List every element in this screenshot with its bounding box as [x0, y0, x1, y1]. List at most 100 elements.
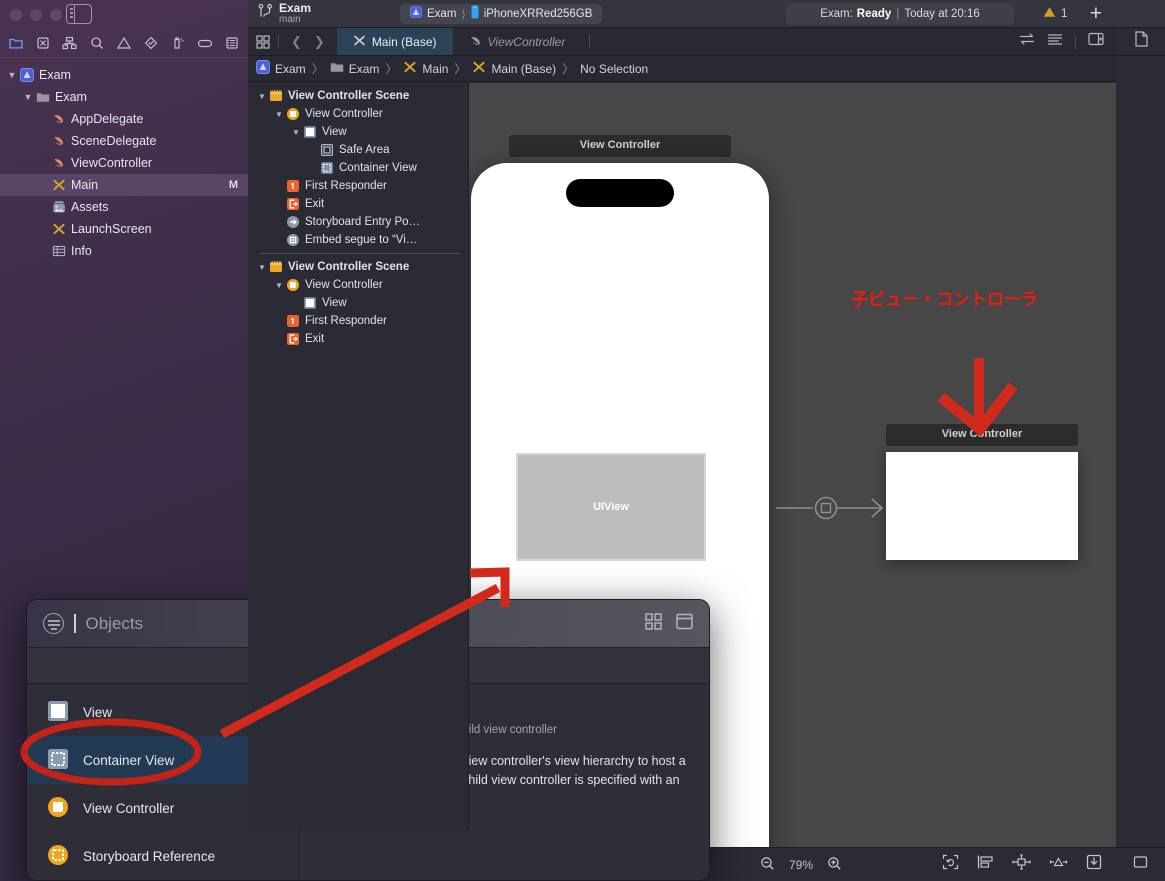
- report-icon[interactable]: [218, 31, 245, 55]
- tab-end-divider: [589, 35, 591, 48]
- test-icon[interactable]: [164, 31, 191, 55]
- outline-row-view-controller-scene[interactable]: ▼ View Controller Scene: [248, 87, 468, 105]
- disclosure-triangle[interactable]: ▼: [22, 92, 34, 102]
- warning-count: 1: [1061, 7, 1068, 20]
- update-frames-icon[interactable]: [942, 854, 959, 875]
- navigation-arrows[interactable]: ❮ ❯: [279, 28, 337, 55]
- nav-item-launchscreen[interactable]: LaunchScreen: [0, 218, 248, 240]
- folder-icon[interactable]: [2, 31, 29, 55]
- window-traffic-lights[interactable]: [10, 9, 62, 21]
- breakpoint-icon[interactable]: [137, 31, 164, 55]
- outline-row-view[interactable]: View: [248, 294, 468, 312]
- library-view-modes[interactable]: [645, 612, 693, 635]
- nav-item-appdelegate[interactable]: AppDelegate: [0, 108, 248, 130]
- toggle-inspector-icon[interactable]: [1088, 32, 1104, 51]
- breadcrumb-item-4[interactable]: No Selection: [580, 62, 648, 76]
- embed-in-icon[interactable]: [1086, 854, 1102, 875]
- child-view-controller-canvas[interactable]: [886, 452, 1078, 560]
- align-icon[interactable]: [977, 854, 994, 875]
- nav-item-info[interactable]: Info: [0, 240, 248, 262]
- nav-item-scenedelegate[interactable]: SceneDelegate: [0, 130, 248, 152]
- tab-overview-icon[interactable]: [248, 28, 278, 55]
- outline-row-container-view[interactable]: Container View: [248, 159, 468, 177]
- adjust-editor-icon[interactable]: [1047, 32, 1063, 51]
- library-search-input[interactable]: Objects: [86, 614, 144, 634]
- outline-row-view-controller[interactable]: ▼ View Controller: [248, 105, 468, 123]
- library-item-label: Storyboard Reference: [83, 848, 216, 864]
- close-button[interactable]: [10, 9, 22, 21]
- nav-item-viewcontroller[interactable]: ViewController: [0, 152, 248, 174]
- outline-row-storyboard-entry-po-[interactable]: Storyboard Entry Po…: [248, 213, 468, 231]
- zoom-button[interactable]: [50, 9, 62, 21]
- tab-main-base[interactable]: Main (Base): [336, 28, 453, 55]
- zoom-controls[interactable]: 79%: [760, 856, 842, 874]
- nav-item-main[interactable]: Main M: [0, 174, 248, 196]
- status-bar[interactable]: Exam: Ready | Today at 20:16: [786, 3, 1014, 25]
- search-icon[interactable]: [83, 31, 110, 55]
- add-editor-button[interactable]: +: [1090, 3, 1102, 25]
- editor-options[interactable]: [1019, 28, 1116, 55]
- detail-view-icon[interactable]: [676, 613, 693, 635]
- breadcrumb[interactable]: Exam 〉 Exam 〉 Main 〉 Main (Base) 〉 No Selection: [248, 56, 1116, 82]
- back-icon[interactable]: ❮: [291, 34, 302, 50]
- zoom-out-icon[interactable]: [760, 856, 775, 874]
- disclosure-triangle[interactable]: ▼: [256, 263, 268, 272]
- nav-item-exam[interactable]: ▼ Exam: [0, 64, 248, 86]
- zoom-in-icon[interactable]: [827, 856, 842, 874]
- child-scene-title[interactable]: View Controller: [886, 424, 1078, 446]
- outline-row-first-responder[interactable]: First Responder: [248, 177, 468, 195]
- outline-row-label: Exit: [305, 333, 325, 345]
- nav-item-assets[interactable]: Assets: [0, 196, 248, 218]
- resolve-issues-icon[interactable]: [1049, 854, 1068, 875]
- warning-icon[interactable]: [110, 31, 137, 55]
- outline-row-exit[interactable]: Exit: [248, 195, 468, 213]
- canvas-tools[interactable]: [942, 854, 1116, 875]
- navigator-selector-bar[interactable]: [0, 28, 248, 58]
- library-item-storyboard-reference[interactable]: Storyboard Reference: [27, 832, 299, 880]
- symbol-hierarchy-icon[interactable]: [56, 31, 83, 55]
- outline-row-label: View Controller Scene: [288, 90, 410, 102]
- nav-item-label: ViewController: [71, 156, 153, 170]
- outline-row-view-controller[interactable]: ▼ View Controller: [248, 276, 468, 294]
- run-destination-selector[interactable]: Exam ⟩ iPhoneXRRed256GB: [400, 4, 603, 24]
- toggle-navigator-icon[interactable]: [66, 4, 92, 24]
- breadcrumb-item-1[interactable]: Exam: [330, 60, 379, 77]
- breadcrumb-item-0[interactable]: Exam: [256, 60, 306, 77]
- project-file-tree[interactable]: ▼ Exam ▼ Exam AppDelegate SceneDelegate ViewCo…: [0, 58, 248, 262]
- tab-viewcontroller[interactable]: ViewController: [453, 28, 582, 55]
- disclosure-triangle[interactable]: ▼: [290, 128, 302, 137]
- parent-scene-title[interactable]: View Controller: [509, 135, 731, 157]
- file-inspector-icon[interactable]: [1134, 31, 1148, 52]
- minimize-button[interactable]: [30, 9, 42, 21]
- source-control-icon[interactable]: [29, 31, 56, 55]
- disclosure-triangle[interactable]: ▼: [273, 110, 285, 119]
- view-controller-icon: [285, 107, 301, 121]
- library-toggle-icon[interactable]: [1133, 855, 1148, 874]
- disclosure-triangle[interactable]: ▼: [256, 92, 268, 101]
- outline-row-view[interactable]: ▼ View: [248, 123, 468, 141]
- outline-row-view-controller-scene[interactable]: ▼ View Controller Scene: [248, 258, 468, 276]
- outline-row-first-responder[interactable]: First Responder: [248, 312, 468, 330]
- scheme-selector[interactable]: Exam main: [258, 2, 311, 25]
- breadcrumb-item-3[interactable]: Main (Base): [472, 60, 556, 77]
- pin-icon[interactable]: [1012, 854, 1031, 875]
- outline-row-embed-segue-to-vi-[interactable]: Embed segue to “Vi…: [248, 231, 468, 249]
- tag-icon[interactable]: [191, 31, 218, 55]
- outline-row-exit[interactable]: Exit: [248, 330, 468, 348]
- window-titlebar: [0, 0, 248, 28]
- warning-badge[interactable]: 1: [1043, 6, 1067, 21]
- inspector-bottom-bar[interactable]: [1116, 847, 1165, 881]
- swap-editor-icon[interactable]: [1019, 32, 1035, 51]
- outline-row-safe-area[interactable]: Safe Area: [248, 141, 468, 159]
- disclosure-triangle[interactable]: ▼: [273, 281, 285, 290]
- disclosure-triangle[interactable]: ▼: [6, 70, 18, 80]
- status-prefix: Exam:: [820, 8, 853, 20]
- document-outline[interactable]: ▼ View Controller Scene ▼ View Controller ▼ V…: [248, 83, 469, 830]
- inspector-tab-bar[interactable]: [1116, 28, 1165, 56]
- container-view-rect[interactable]: UIView: [516, 453, 706, 561]
- nav-item-exam[interactable]: ▼ Exam: [0, 86, 248, 108]
- grid-view-icon[interactable]: [645, 612, 662, 635]
- breadcrumb-item-2[interactable]: Main: [403, 60, 448, 77]
- forward-icon[interactable]: ❯: [314, 34, 325, 50]
- filter-icon[interactable]: [43, 613, 64, 634]
